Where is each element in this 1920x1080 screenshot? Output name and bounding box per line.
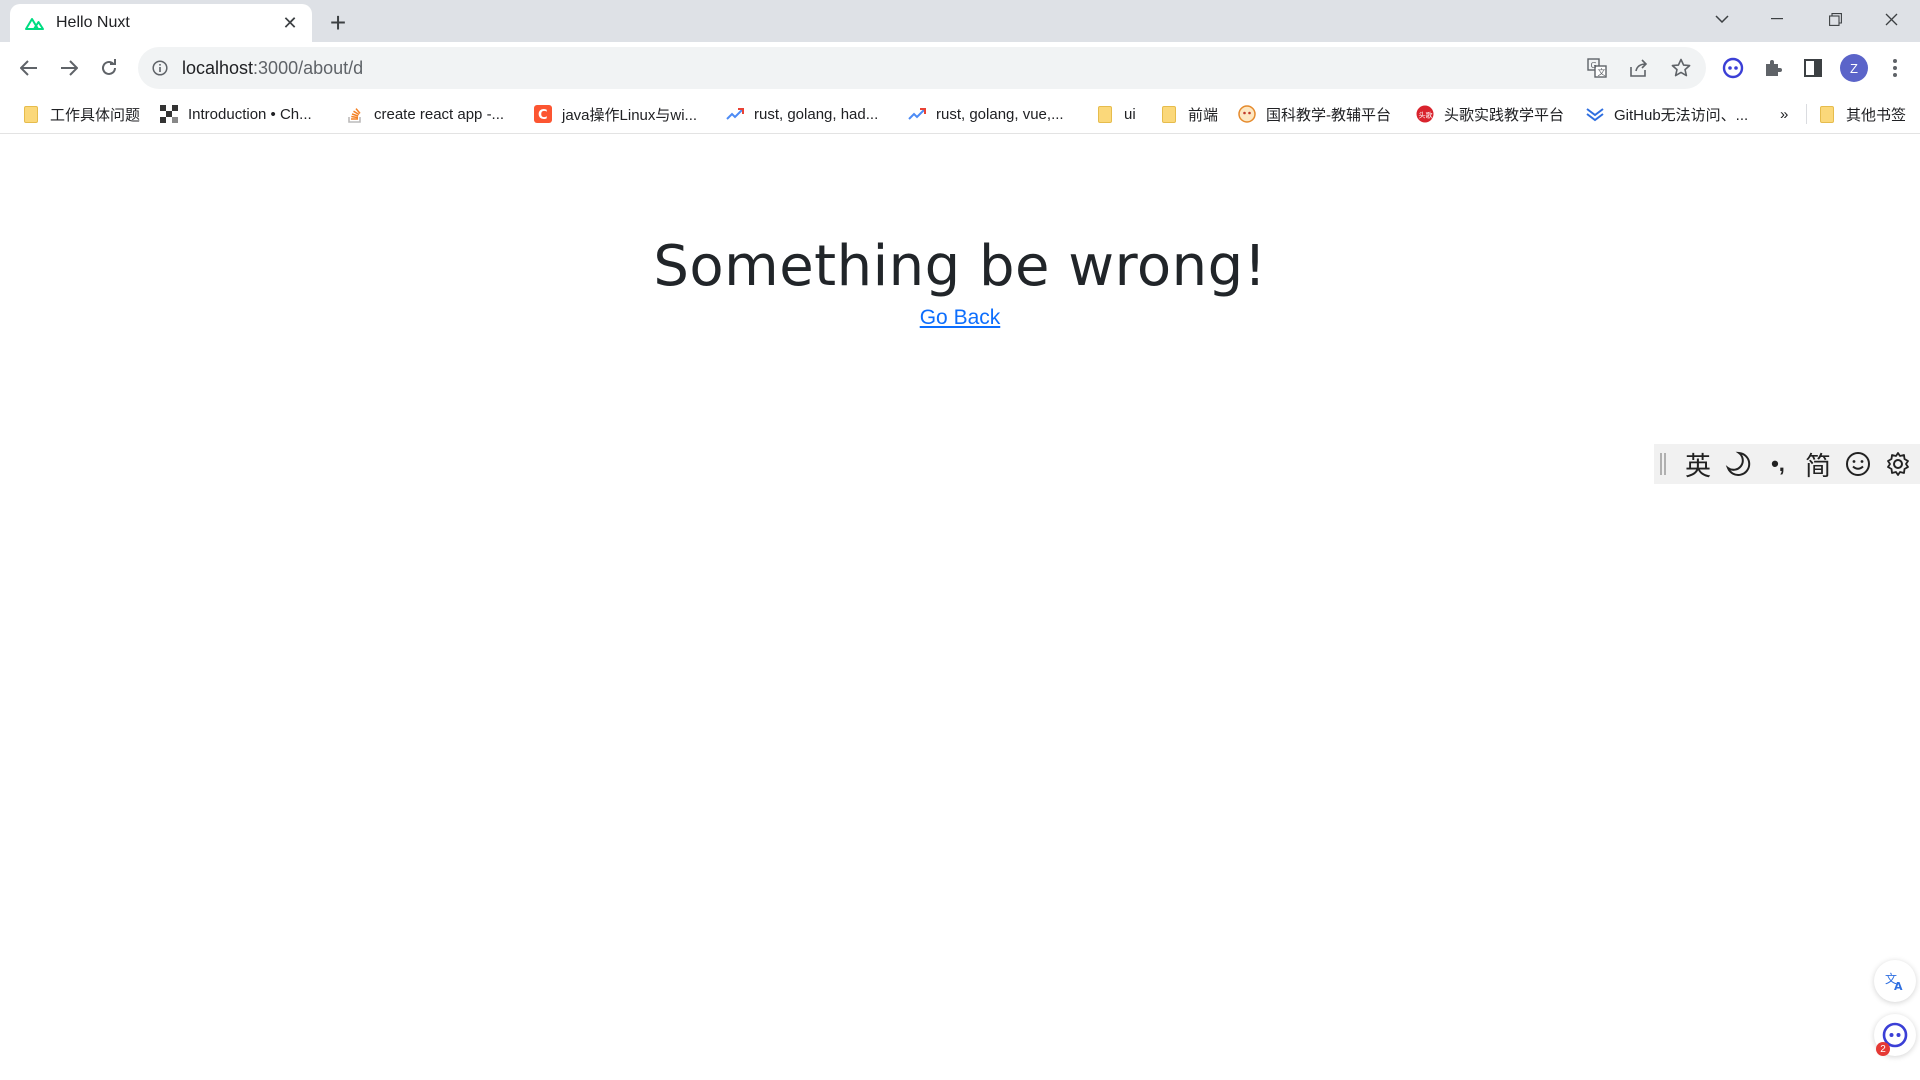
go-back-link[interactable]: Go Back	[920, 306, 1001, 329]
site-icon	[1238, 105, 1256, 123]
bookmarks-bar: 工作具体问题 Introduction • Ch... create react…	[0, 94, 1920, 134]
svg-text:A: A	[1894, 980, 1903, 992]
tab-search-icon[interactable]	[1702, 0, 1742, 38]
folder-icon	[1096, 105, 1114, 123]
bookmark-item[interactable]: GitHub无法访问、...	[1586, 102, 1748, 126]
stackoverflow-icon	[346, 105, 364, 123]
bookmark-label: create react app -...	[374, 105, 505, 123]
forward-arrow-icon[interactable]	[51, 50, 87, 86]
site-icon: 头歌	[1416, 105, 1434, 123]
share-icon[interactable]	[1628, 57, 1650, 79]
bookmark-label: GitHub无法访问、...	[1614, 106, 1749, 124]
folder-icon	[22, 105, 40, 123]
ime-drag-handle[interactable]	[1660, 453, 1666, 475]
reload-icon[interactable]	[91, 50, 127, 86]
bookmark-item[interactable]: Introduction • Ch...	[160, 102, 312, 126]
bookmark-item[interactable]: C java操作Linux与wi...	[534, 102, 697, 126]
bookmark-item[interactable]: rust, golang, had...	[726, 102, 878, 126]
tab-strip: Hello Nuxt ✕ +	[0, 0, 1920, 42]
restore-icon[interactable]	[1812, 0, 1858, 38]
translate-float-button[interactable]: 文A	[1874, 960, 1916, 1002]
url-text[interactable]: localhost:3000/about/d	[182, 58, 363, 79]
moon-icon[interactable]	[1718, 444, 1758, 484]
bookmark-item[interactable]: 前端	[1160, 102, 1218, 126]
bookmark-item[interactable]: ui	[1096, 102, 1136, 126]
notification-badge: 2	[1876, 1042, 1890, 1056]
more-menu-icon[interactable]	[1880, 53, 1910, 83]
bookmark-label: 前端	[1188, 106, 1219, 124]
site-info-icon[interactable]	[150, 58, 170, 78]
site-icon	[1586, 105, 1604, 123]
bookmark-item[interactable]: 工作具体问题	[22, 102, 140, 126]
page-content: Something be wrong! Go Back 英 •, 简 文A 2	[0, 134, 1920, 1080]
translate-icon[interactable]: G文	[1586, 57, 1608, 79]
ai-assistant-float-button[interactable]: 2	[1874, 1014, 1916, 1056]
nuxt-logo-icon	[24, 12, 46, 34]
back-arrow-icon[interactable]	[11, 50, 47, 86]
extensions-puzzle-icon[interactable]	[1758, 53, 1788, 83]
emoji-icon[interactable]	[1838, 444, 1878, 484]
trend-icon	[908, 105, 926, 123]
svg-text:G: G	[1591, 61, 1597, 70]
browser-toolbar: localhost:3000/about/d G文 Z	[0, 42, 1920, 94]
svg-text:C: C	[538, 108, 548, 123]
tab-title: Hello Nuxt	[56, 14, 130, 31]
svg-text:头歌: 头歌	[1419, 111, 1433, 120]
bookmarks-overflow-button[interactable]: »	[1780, 102, 1788, 126]
ime-punctuation-toggle[interactable]: •,	[1758, 444, 1798, 484]
bookmark-item[interactable]: 国科教学-教辅平台	[1238, 102, 1391, 126]
bookmarks-divider	[1806, 104, 1807, 124]
svg-text:文: 文	[1598, 67, 1606, 77]
other-bookmarks[interactable]: 其他书签	[1818, 102, 1906, 126]
minimize-icon[interactable]	[1754, 0, 1800, 38]
bookmark-label: 国科教学-教辅平台	[1266, 106, 1391, 124]
ime-charset-toggle[interactable]: 简	[1798, 444, 1838, 484]
bookmark-item[interactable]: create react app -...	[346, 102, 504, 126]
new-tab-button[interactable]: +	[322, 7, 354, 39]
url-path: :3000/about/d	[253, 57, 364, 78]
trend-icon	[726, 105, 744, 123]
profile-avatar[interactable]: Z	[1840, 54, 1868, 82]
bookmark-label: java操作Linux与wi...	[562, 106, 698, 124]
bookmark-label: rust, golang, had...	[754, 105, 879, 123]
address-bar[interactable]: localhost:3000/about/d G文	[138, 47, 1706, 89]
bookmark-label: 头歌实践教学平台	[1444, 106, 1565, 124]
bookmark-star-icon[interactable]	[1670, 57, 1692, 79]
site-icon	[160, 105, 178, 123]
ime-language-toggle[interactable]: 英	[1678, 444, 1718, 484]
ime-toolbar: 英 •, 简	[1654, 444, 1920, 484]
url-host: localhost	[182, 57, 254, 78]
csdn-icon: C	[534, 105, 552, 123]
ai-assistant-extension-icon[interactable]	[1718, 53, 1748, 83]
window-close-icon[interactable]	[1868, 0, 1914, 38]
side-panel-icon[interactable]	[1798, 53, 1828, 83]
settings-gear-icon[interactable]	[1878, 444, 1918, 484]
bookmark-item[interactable]: rust, golang, vue,...	[908, 102, 1064, 126]
other-bookmarks-label: 其他书签	[1846, 106, 1907, 124]
bookmark-item[interactable]: 头歌 头歌实践教学平台	[1416, 102, 1564, 126]
bookmark-label: rust, golang, vue,...	[936, 105, 1064, 123]
tab-close-icon[interactable]: ✕	[278, 11, 302, 35]
bookmark-label: Introduction • Ch...	[188, 105, 312, 123]
error-heading: Something be wrong!	[653, 234, 1267, 299]
tab-hello-nuxt[interactable]: Hello Nuxt ✕	[10, 4, 312, 42]
bookmark-label: 工作具体问题	[50, 106, 141, 124]
folder-icon	[1160, 105, 1178, 123]
bookmark-label: ui	[1124, 105, 1136, 123]
folder-icon	[1818, 105, 1836, 123]
